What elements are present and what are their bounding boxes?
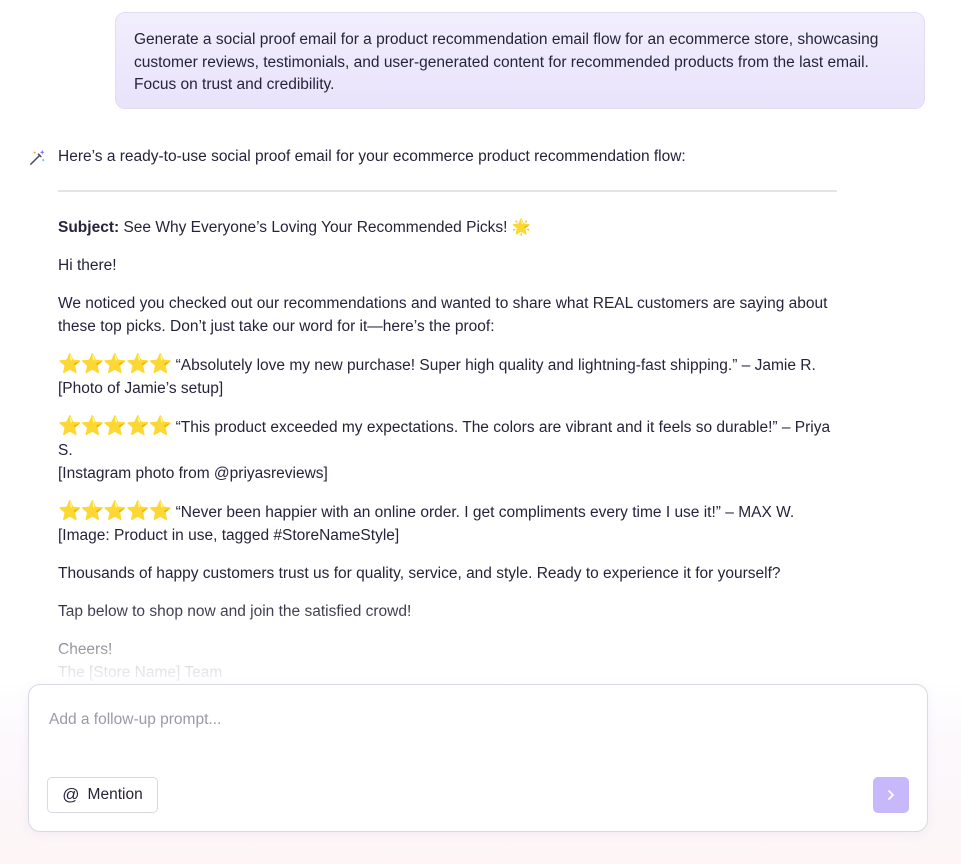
review-media: [Instagram photo from @priyasreviews] [58, 465, 328, 482]
email-cta-paragraph: Tap below to shop now and join the satis… [58, 603, 412, 620]
review-quote: “Absolutely love my new purchase! Super … [175, 357, 816, 374]
review-media: [Image: Product in use, tagged #StoreNam… [58, 527, 400, 544]
prompt-composer: @ Mention [28, 684, 928, 832]
email-subject: Subject: See Why Everyone’s Loving Your … [58, 216, 848, 239]
review-quote: “This product exceeded my expectations. … [58, 419, 831, 459]
mention-label: Mention [87, 786, 143, 803]
send-button[interactable] [873, 777, 909, 813]
email-signoff: Cheers! The [Store Name] Team [58, 638, 848, 684]
magic-wand-icon [30, 149, 45, 165]
review-media: [Photo of Jamie’s setup] [58, 380, 224, 397]
divider [58, 190, 837, 192]
review-quote: “Never been happier with an online order… [175, 504, 795, 521]
chevron-right-icon [888, 790, 894, 800]
user-message-text: Generate a social proof email for a prod… [134, 31, 879, 93]
at-icon: @ [62, 785, 80, 804]
subject-label: Subject: [58, 219, 120, 236]
mention-button[interactable]: @ Mention [47, 777, 158, 813]
signoff-text: Cheers! [58, 641, 113, 658]
user-message-bubble: Generate a social proof email for a prod… [115, 12, 925, 109]
signoff-team: The [Store Name] Team [58, 664, 223, 681]
chat-page: Generate a social proof email for a prod… [0, 0, 961, 864]
review-item: ⭐⭐⭐⭐⭐ “Absolutely love my new purchase! … [58, 353, 848, 400]
email-trust-paragraph: Thousands of happy customers trust us fo… [58, 565, 781, 582]
assistant-intro: Here’s a ready-to-use social proof email… [58, 148, 686, 165]
email-content: Subject: See Why Everyone’s Loving Your … [58, 216, 848, 699]
review-item: ⭐⭐⭐⭐⭐ “This product exceeded my expectat… [58, 415, 848, 485]
star-rating: ⭐⭐⭐⭐⭐ [58, 354, 172, 375]
follow-up-prompt-input[interactable] [49, 711, 899, 729]
email-greeting: Hi there! [58, 257, 117, 274]
star-rating: ⭐⭐⭐⭐⭐ [58, 501, 172, 522]
subject-text: See Why Everyone’s Loving Your Recommend… [123, 219, 532, 236]
email-intro-paragraph: We noticed you checked out our recommend… [58, 295, 828, 335]
review-item: ⭐⭐⭐⭐⭐ “Never been happier with an online… [58, 500, 848, 547]
star-rating: ⭐⭐⭐⭐⭐ [58, 416, 172, 437]
